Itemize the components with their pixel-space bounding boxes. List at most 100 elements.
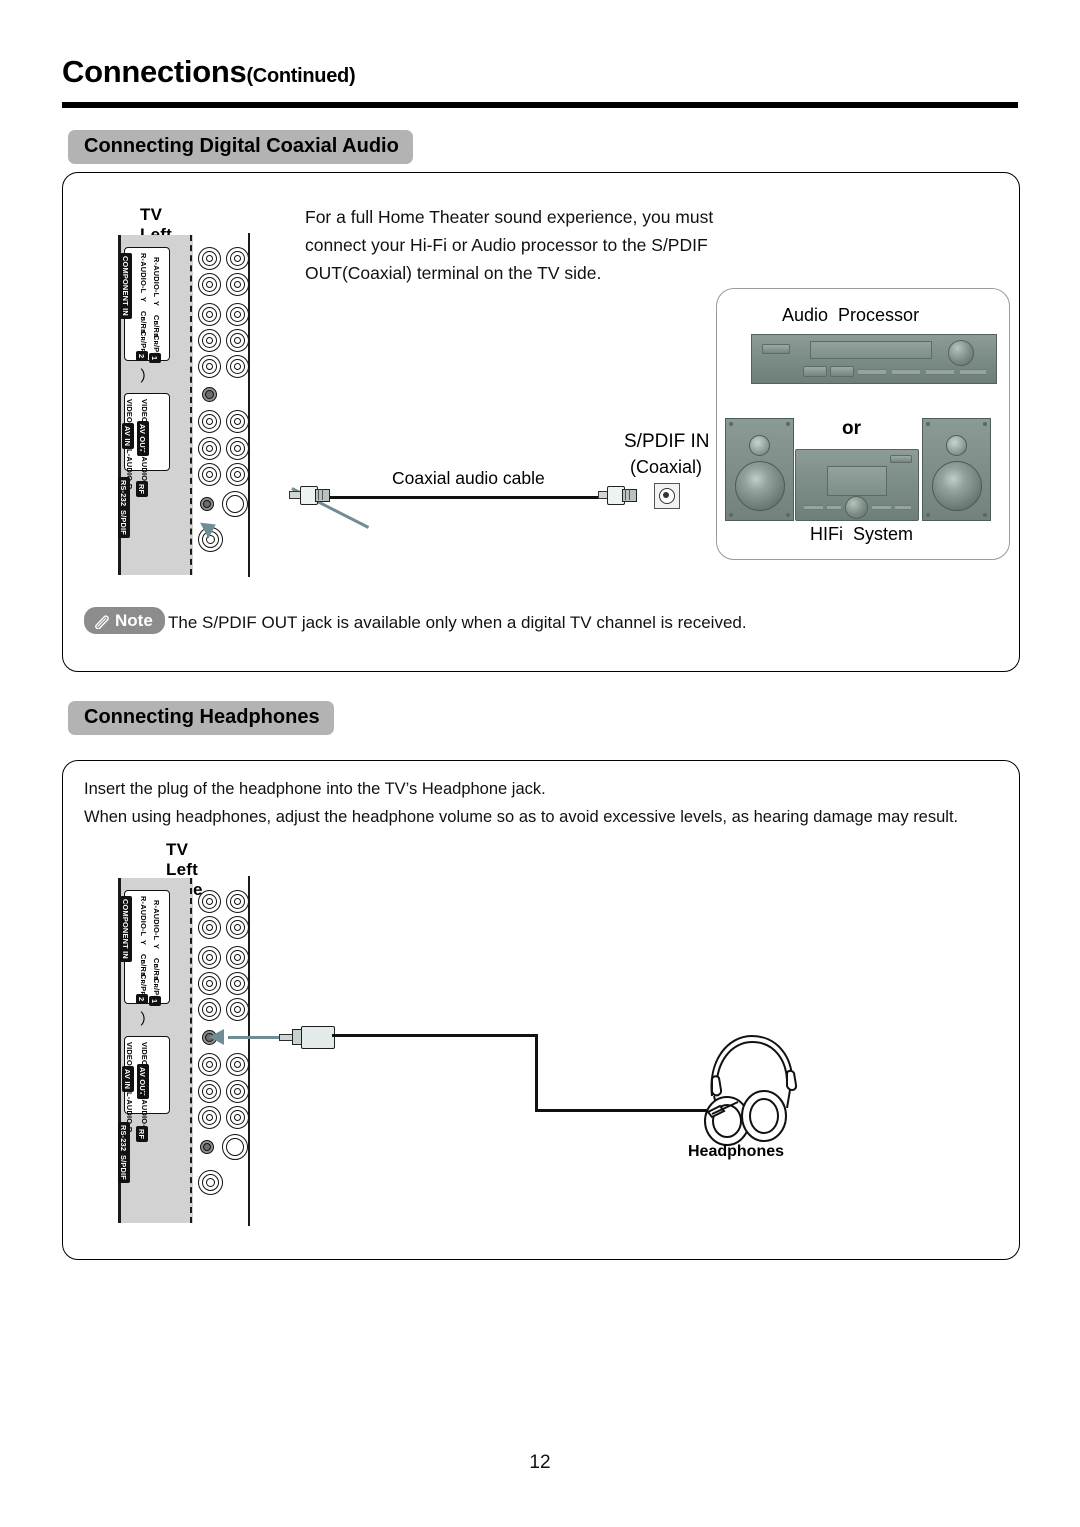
headphones-label: Headphones: [688, 1143, 785, 1160]
label-av-in: AV IN: [122, 423, 134, 450]
label2-spdif: S/PDIF: [118, 1152, 130, 1184]
jack-component1-cb: [226, 329, 249, 352]
hifi-center-unit: [795, 449, 919, 521]
headphone-cable-seg2: [535, 1034, 538, 1112]
jack2-avout-audio-l: [198, 1080, 221, 1103]
jack-avin-audio-r: [226, 463, 249, 486]
jack-avin-audio-l: [226, 437, 249, 460]
or-label: or: [842, 418, 861, 439]
header-rule: [62, 102, 1018, 108]
label2-avin-video: VIDEO: [140, 1042, 149, 1066]
label2-component-in: COMPONENT IN: [120, 896, 132, 962]
jack2-avout-video: [198, 1053, 221, 1076]
note-badge: Note: [84, 607, 165, 634]
label2-av-in: AV IN: [122, 1066, 134, 1093]
label2-port1-y: Y: [152, 944, 161, 950]
jack-headphone: [202, 387, 217, 402]
page-title: Connections(Continued): [62, 56, 1018, 87]
jack2-spdif-out: [198, 1170, 223, 1195]
jack-component1-y: [226, 303, 249, 326]
jack-component1-audio-r: [198, 273, 221, 296]
jack2-avin-audio-r: [226, 1106, 249, 1129]
jack2-component1-y: [226, 946, 249, 969]
jack2-component2-cr: [198, 998, 221, 1021]
label2-port2-cr: Cʀ/Pʀ: [139, 974, 148, 996]
headphone-cable-seg1: [332, 1034, 538, 1037]
spdif-in-label: S/PDIF IN: [624, 431, 710, 452]
label2-avout-video: VIDEO: [125, 1042, 134, 1066]
jack-component2-y: [198, 303, 221, 326]
label-rf: RF: [136, 481, 148, 498]
audio-processor-label: Audio Processor: [782, 305, 920, 325]
label-port1-y: Y: [152, 301, 161, 307]
jack2-component1-audio-r: [198, 916, 221, 939]
speaker-left-illustration: [725, 418, 794, 521]
page-number: 12: [529, 1452, 551, 1473]
jack-component2-cb: [198, 329, 221, 352]
label-port1-number: 1: [149, 353, 161, 364]
jack2-avin-audio-l: [226, 1080, 249, 1103]
headphone-pointer-line: [228, 1036, 286, 1039]
label2-port1-audio: R-AUDIO-L: [152, 900, 161, 941]
page-title-continued: (Continued): [246, 65, 356, 87]
jack-component1-cr: [226, 355, 249, 378]
jack-avin-video: [226, 410, 249, 433]
jack2-rs232: [200, 1140, 214, 1154]
hifi-system-label: HIFi System: [810, 524, 914, 544]
headphone-cable-seg3: [535, 1109, 715, 1112]
note-text: The S/PDIF OUT jack is available only wh…: [168, 613, 747, 632]
jack2-component2-audio-r: [198, 890, 221, 913]
label-port2-audio: R-AUDIO-L: [139, 253, 148, 294]
headphones-illustration: [704, 1034, 798, 1146]
headphone-instructions: Insert the plug of the headphone into th…: [84, 780, 959, 826]
label-port2-cr: Cʀ/Pʀ: [139, 331, 148, 353]
jack2-rf-antenna: [222, 1134, 248, 1160]
label-component-in: COMPONENT IN: [120, 253, 132, 319]
jack2-avout-audio-r: [198, 1106, 221, 1129]
headphone-pointer-arrowhead: [209, 1029, 224, 1045]
label-avin-video: VIDEO: [140, 399, 149, 423]
jack2-component2-cb: [198, 972, 221, 995]
label2-port1-number: 1: [149, 996, 161, 1007]
label-avout-video: VIDEO: [125, 399, 134, 423]
coaxial-cable-line: [330, 496, 610, 499]
jack-avout-audio-l: [198, 437, 221, 460]
jack-component2-audio-l: [226, 247, 249, 270]
label-spdif: S/PDIF: [118, 507, 130, 539]
headphone-icon-2: ⌒: [128, 1010, 146, 1027]
jack-rf-antenna: [222, 491, 248, 517]
jack2-component2-y: [198, 946, 221, 969]
jack-rs232: [200, 497, 214, 511]
spdif-in-socket: [654, 483, 680, 509]
jack-avout-video: [198, 410, 221, 433]
label-port1-audio: R-AUDIO-L: [152, 257, 161, 298]
section-label-headphones: Connecting Headphones: [68, 701, 334, 735]
headphone-icon: ⌒: [128, 367, 146, 384]
jack-component1-audio-l: [226, 273, 249, 296]
coaxial-cable-label: Coaxial audio cable: [392, 468, 545, 488]
jack2-component1-cb: [226, 972, 249, 995]
jack2-component2-audio-l: [226, 890, 249, 913]
label2-port2-number: 2: [136, 994, 148, 1005]
label2-port2-y: Y: [139, 940, 148, 946]
jack-component2-audio-r: [198, 247, 221, 270]
label2-rs232: RS-232: [118, 1122, 130, 1155]
section-label-coaxial: Connecting Digital Coaxial Audio: [68, 130, 413, 164]
jack2-component1-cr: [226, 998, 249, 1021]
label-rs232: RS-232: [118, 477, 130, 510]
jack2-component1-audio-l: [226, 916, 249, 939]
page-header: Connections(Continued): [62, 56, 1018, 108]
label-port2-y: Y: [139, 297, 148, 303]
pencil-icon: [95, 614, 109, 629]
jack-component2-cr: [198, 355, 221, 378]
page-title-main: Connections: [62, 54, 247, 89]
speaker-right-illustration: [922, 418, 991, 521]
jack2-avin-video: [226, 1053, 249, 1076]
spdif-in-sublabel: (Coaxial): [630, 457, 703, 477]
label2-rf: RF: [136, 1126, 148, 1143]
audio-processor-illustration: [751, 334, 997, 384]
jack-avout-audio-r: [198, 463, 221, 486]
coaxial-instructions: For a full Home Theater sound experience…: [305, 207, 714, 283]
label-port2-number: 2: [136, 351, 148, 362]
note-badge-text: Note: [115, 611, 153, 630]
